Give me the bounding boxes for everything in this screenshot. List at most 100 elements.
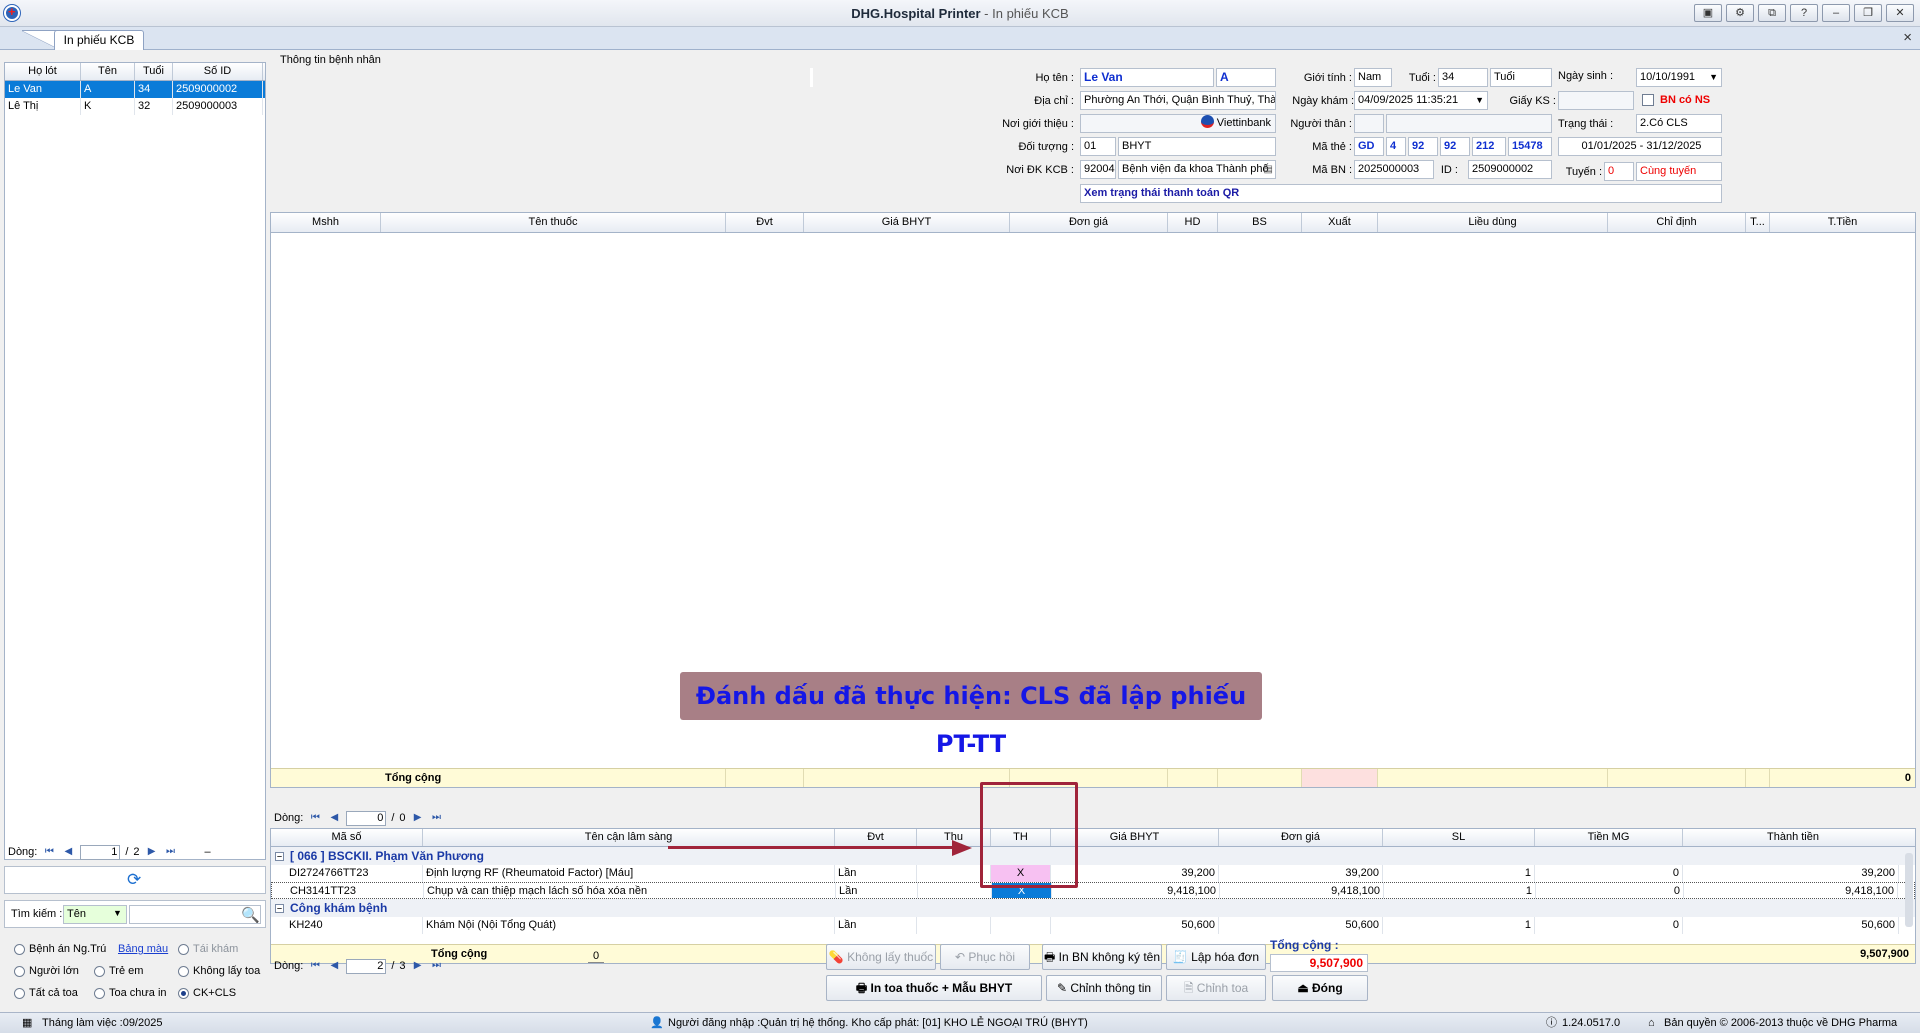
col-ho-lot[interactable]: Họ lót (5, 63, 81, 80)
col-dvt[interactable]: Đvt (726, 213, 804, 232)
col-ten-thuoc[interactable]: Tên thuốc (381, 213, 726, 232)
noi-dk-field[interactable]: Bệnh viện đa khoa Thành phố ▤ (1118, 160, 1276, 179)
col-ten[interactable]: Tên (81, 63, 135, 80)
filter-tre-em[interactable]: Trẻ em (94, 965, 143, 977)
ngay-sinh-field[interactable]: 10/10/1991 ▼ (1636, 68, 1722, 87)
help-button[interactable]: ? (1790, 4, 1818, 22)
prev-page-icon[interactable]: ◀ (327, 960, 341, 972)
col-gia-bhyt[interactable]: Giá BHYT (804, 213, 1010, 232)
page-input[interactable]: 2 (346, 958, 387, 974)
tab-close-icon[interactable]: × (1903, 29, 1912, 46)
ma-the-6[interactable]: 15478 (1508, 137, 1552, 156)
tuyen-field[interactable]: Cùng tuyến (1636, 162, 1722, 181)
col-dvt[interactable]: Đvt (835, 829, 917, 846)
noi-dk-code-field[interactable]: 92004 (1080, 160, 1116, 179)
dia-chi-field[interactable]: Phường An Thới, Quận Bình Thuỷ, Thành (1080, 91, 1276, 110)
tuyen-code-field[interactable]: 0 (1604, 162, 1634, 181)
screenshot-icon[interactable]: ▣ (1694, 4, 1722, 22)
ma-bn-field[interactable]: 2025000003 (1354, 160, 1434, 179)
patient-row[interactable]: Le Van A 34 2509000002 (5, 81, 265, 98)
window-tile-icon[interactable]: ⧉ (1758, 4, 1786, 22)
col-t[interactable]: T... (1746, 213, 1770, 232)
col-tuoi[interactable]: Tuổi (135, 63, 173, 80)
ngay-kham-field[interactable]: 04/09/2025 11:35:21 ▼ (1354, 91, 1488, 110)
nguoi-than-code-field[interactable] (1354, 114, 1384, 133)
refresh-icon[interactable]: ⟳ (127, 870, 141, 890)
in-bn-khong-ky-ten-button[interactable]: 🖶 In BN không ký tên (1042, 944, 1162, 970)
cls-group-header[interactable]: –[ 066 ] BSCKII. Phạm Văn Phương (271, 847, 1915, 865)
filter-tai-kham[interactable]: Tái khám (178, 943, 238, 955)
filter-ck-cls[interactable]: CK+CLS (178, 987, 236, 999)
col-sl[interactable]: SL (1383, 829, 1535, 846)
close-button[interactable]: ✕ (1886, 4, 1914, 22)
last-page-icon[interactable]: ⏭ (430, 812, 444, 824)
next-page-icon[interactable]: ▶ (411, 812, 425, 824)
chinh-thong-tin-button[interactable]: ✎ Chỉnh thông tin (1046, 975, 1162, 1001)
col-hd[interactable]: HD (1168, 213, 1218, 232)
table-row[interactable]: DI2724766TT23 Định lượng RF (Rheumatoid … (271, 865, 1915, 882)
col-bs[interactable]: BS (1218, 213, 1302, 232)
doi-tuong-field[interactable]: BHYT (1118, 137, 1276, 156)
ma-the-5[interactable]: 212 (1472, 137, 1506, 156)
search-icon[interactable]: 🔍 (241, 906, 260, 924)
first-page-icon[interactable]: ⏮ (42, 846, 56, 858)
bn-co-ns-checkbox[interactable] (1642, 94, 1654, 106)
han-the-field[interactable]: 01/01/2025 - 31/12/2025 (1558, 137, 1722, 156)
ma-the-1[interactable]: GD (1354, 137, 1384, 156)
col-t-tien[interactable]: T.Tiền (1770, 213, 1915, 232)
noi-gioi-thieu-field[interactable]: Viettinbank (1080, 114, 1276, 133)
chinh-toa-button[interactable]: 🗎 Chỉnh toa (1166, 975, 1266, 1001)
tuoi-field[interactable]: 34 (1438, 68, 1488, 87)
filter-nguoi-lon[interactable]: Người lớn (14, 965, 79, 977)
nguoi-than-field[interactable] (1386, 114, 1552, 133)
first-page-icon[interactable]: ⏮ (308, 812, 322, 824)
scrollbar[interactable] (1905, 853, 1913, 927)
filter-khong-lay-toa[interactable]: Không lấy toa (178, 965, 260, 977)
prev-page-icon[interactable]: ◀ (327, 812, 341, 824)
phuc-hoi-button[interactable]: ↶ Phục hồi (940, 944, 1030, 970)
last-page-icon[interactable]: ⏭ (164, 846, 178, 858)
page-input[interactable]: 0 (346, 810, 387, 826)
ma-the-3[interactable]: 92 (1408, 137, 1438, 156)
prev-page-icon[interactable]: ◀ (61, 846, 75, 858)
col-lieu-dung[interactable]: Liều dùng (1378, 213, 1608, 232)
ma-the-2[interactable]: 4 (1386, 137, 1406, 156)
col-thanh-tien[interactable]: Thành tiền (1683, 829, 1903, 846)
col-chi-dinh[interactable]: Chỉ định (1608, 213, 1746, 232)
col-don-gia[interactable]: Đơn giá (1219, 829, 1383, 846)
filter-tat-ca-toa[interactable]: Tất cả toa (14, 987, 78, 999)
ma-the-4[interactable]: 92 (1440, 137, 1470, 156)
table-row[interactable]: CH3141TT23 Chụp và can thiệp mạch lách s… (271, 882, 1915, 899)
trang-thai-field[interactable]: 2.Có CLS (1636, 114, 1722, 133)
settings-icon[interactable]: ⚙ (1726, 4, 1754, 22)
patient-row[interactable]: Lê Thị K 32 2509000003 (5, 98, 265, 115)
minimize-button[interactable]: – (1822, 4, 1850, 22)
qr-status-link[interactable]: Xem trạng thái thanh toán QR (1080, 184, 1722, 203)
dong-button[interactable]: ⏏ Đóng (1272, 975, 1368, 1001)
col-ten-cls[interactable]: Tên cận lâm sàng (423, 829, 835, 846)
ho-lot-field[interactable]: Le Van (1080, 68, 1214, 87)
id-field[interactable]: 2509000002 (1468, 160, 1552, 179)
next-page-icon[interactable]: ▶ (145, 846, 159, 858)
lap-hoa-don-button[interactable]: 🧾 Lập hóa đơn (1166, 944, 1266, 970)
col-xuat[interactable]: Xuất (1302, 213, 1378, 232)
page-input[interactable]: 1 (80, 844, 121, 860)
filter-benh-an-ng-tru[interactable]: Bệnh án Ng.Trú (14, 943, 106, 955)
gioi-tinh-field[interactable]: Nam (1354, 68, 1392, 87)
ten-field[interactable]: A (1216, 68, 1276, 87)
col-ma-so[interactable]: Mã số (271, 829, 423, 846)
col-so-id[interactable]: Số ID (173, 63, 263, 80)
first-page-icon[interactable]: ⏮ (308, 960, 322, 972)
bang-mau-link[interactable]: Bảng màu (118, 943, 168, 955)
cls-group-header[interactable]: – Công khám bệnh (271, 899, 1915, 917)
khong-lay-thuoc-button[interactable]: 💊 Không lấy thuốc (826, 944, 936, 970)
col-mshh[interactable]: Mshh (271, 213, 381, 232)
restore-button[interactable]: ❐ (1854, 4, 1882, 22)
filter-toa-chua-in[interactable]: Toa chưa in (94, 987, 167, 999)
col-tien-mg[interactable]: Tiền MG (1535, 829, 1683, 846)
giay-ks-field[interactable] (1558, 91, 1634, 110)
doi-tuong-code-field[interactable]: 01 (1080, 137, 1116, 156)
in-toa-thuoc-button[interactable]: 🖶 In toa thuốc + Mẫu BHYT (826, 975, 1042, 1001)
tab-in-phieu-kcb[interactable]: In phiếu KCB (54, 30, 144, 50)
next-page-icon[interactable]: ▶ (411, 960, 425, 972)
